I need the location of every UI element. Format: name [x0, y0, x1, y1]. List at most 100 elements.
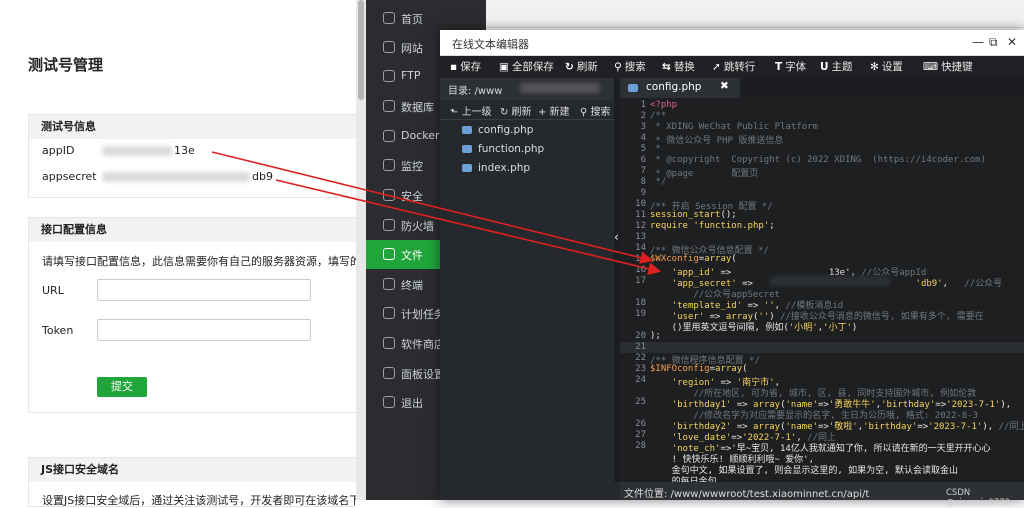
toolbar-button-1[interactable]: ▣ 全部保存: [499, 59, 554, 74]
appid-redaction: [102, 146, 172, 156]
code-line: * 微信公众号 PHP 版推送信息: [650, 136, 784, 146]
interface-config-panel: 接口配置信息: [28, 217, 356, 413]
php-file-icon: [628, 84, 638, 92]
token-input[interactable]: [97, 319, 311, 341]
toolbar-icon: ⇆: [662, 61, 671, 73]
clock-icon: [383, 307, 395, 319]
page-scrollbar[interactable]: [356, 0, 366, 500]
code-line: <?php: [650, 100, 678, 110]
globe-icon: [383, 41, 395, 53]
store-icon: [383, 337, 395, 349]
toolbar-button-5[interactable]: ➚ 跳转行: [712, 59, 755, 74]
file-action-3[interactable]: ⚲ 搜索: [580, 103, 611, 118]
sidebar-item-label: 防火墙: [401, 220, 434, 233]
line-number: 10: [635, 199, 646, 209]
toolbar-label: 全部保存: [511, 61, 554, 73]
line-number: 16: [635, 265, 646, 275]
database-icon: [383, 100, 395, 112]
file-item[interactable]: index.php: [462, 162, 530, 174]
toolbar-label: 字体: [785, 61, 807, 73]
toolbar-button-2[interactable]: ↻ 刷新: [565, 59, 598, 74]
tab-close-icon[interactable]: ✖: [720, 80, 729, 92]
wechat-test-account-page: 测试号管理 测试号信息 appID 13e appsecret db9 接口配置…: [0, 0, 356, 507]
url-input[interactable]: [97, 279, 311, 301]
code-line: require 'function.php';: [650, 221, 775, 231]
file-action-2[interactable]: + 新建: [538, 103, 570, 118]
toolbar-icon: ▣: [499, 61, 509, 73]
toolbar-button-3[interactable]: ⚲ 搜索: [614, 59, 646, 74]
close-icon[interactable]: ✕: [1007, 35, 1017, 49]
line-number: 8: [640, 177, 646, 187]
code-line: *: [650, 144, 661, 154]
directory-bar: 目录: /www: [440, 78, 614, 100]
minimize-icon[interactable]: —: [972, 35, 984, 49]
line-number: 6: [640, 155, 646, 165]
line-number: 3: [640, 122, 646, 132]
file-action-1[interactable]: ↻ 刷新: [500, 103, 532, 118]
line-number: 25: [635, 397, 646, 407]
sidebar-item-label: 数据库: [401, 101, 434, 114]
toolbar-button-4[interactable]: ⇆ 替换: [662, 59, 695, 74]
appid-label: appID: [42, 144, 75, 157]
secret-redaction: [770, 276, 890, 286]
token-label: Token: [42, 324, 74, 337]
logout-icon: [383, 396, 395, 408]
toolbar-label: 快捷键: [941, 61, 973, 73]
line-number: 7: [640, 166, 646, 176]
panel-topbar: [486, 0, 1024, 28]
sidebar-item-label: 软件商店: [401, 338, 445, 351]
sidebar-item-label: 计划任务: [401, 308, 445, 321]
home-icon: [383, 12, 395, 24]
monitor-icon: [383, 159, 395, 171]
appsecret-label: appsecret: [42, 170, 97, 183]
toolbar-button-7[interactable]: U 主题: [820, 59, 853, 74]
toolbar-icon: ↻: [565, 61, 574, 73]
maximize-icon[interactable]: ⧉: [989, 35, 998, 50]
toolbar-label: 设置: [881, 61, 903, 73]
toolbar-button-8[interactable]: ✻ 设置: [870, 59, 903, 74]
line-number: 2: [640, 111, 646, 121]
firewall-icon: [383, 219, 395, 231]
code-line: $WXconfig=array(: [650, 254, 737, 264]
file-location: 文件位置: /www/wwwroot/test.xiaominnet.cn/ap…: [624, 489, 870, 500]
code-area[interactable]: 1 <?php 2 /** 3 * XDING WeChat Public Platfo…: [620, 98, 1024, 482]
line-number: 19: [635, 309, 646, 319]
url-label: URL: [42, 284, 64, 297]
toolbar-button-0[interactable]: ▪ 保存: [450, 59, 481, 74]
terminal-icon: [383, 278, 395, 290]
sidebar-item-label: 监控: [401, 160, 423, 173]
line-number: 14: [635, 243, 646, 253]
file-item[interactable]: function.php: [462, 143, 544, 155]
line-number: 24: [635, 375, 646, 385]
toolbar-button-6[interactable]: T 字体: [775, 59, 806, 74]
panel-header-interface-config: 接口配置信息: [29, 218, 356, 242]
code-line: );: [650, 331, 661, 341]
toolbar-icon: ⌨: [923, 61, 939, 73]
toolbar-icon: ➚: [712, 61, 721, 73]
file-name: config.php: [478, 124, 534, 136]
csdn-watermark: CSDN @xiaomin0772: [946, 488, 1010, 508]
file-item[interactable]: config.php: [462, 124, 533, 136]
sidebar-item-label: 终端: [401, 279, 423, 292]
sidebar-item-0[interactable]: 首页: [366, 4, 486, 33]
sidebar-item-label: FTP: [401, 69, 421, 82]
line-number: 5: [640, 144, 646, 154]
line-number: 15: [635, 254, 646, 264]
tab-config-php[interactable]: config.php ✖: [620, 78, 740, 98]
toolbar-label: 替换: [673, 61, 695, 73]
line-number: 1: [640, 100, 646, 110]
submit-button[interactable]: 提交: [97, 377, 147, 397]
code-line: * XDING WeChat Public Platform: [650, 122, 818, 132]
panel-header-js-domain: JS接口安全域名: [29, 458, 356, 482]
line-number: 9: [640, 188, 646, 198]
interface-config-description: 请填写接口配置信息，此信息需要你有自己的服务器资源，填写的URL需要正: [42, 255, 356, 268]
docker-icon: [383, 130, 395, 142]
toolbar-button-9[interactable]: ⌨ 快捷键: [923, 59, 973, 74]
scrollbar-thumb[interactable]: [358, 0, 364, 100]
sidebar-item-label: 退出: [401, 397, 423, 410]
editor-titlebar: 在线文本编辑器 — ⧉ ✕: [440, 30, 1024, 56]
online-text-editor-window: 在线文本编辑器 — ⧉ ✕ ▪ 保存 ▣ 全部保存 ↻ 刷新 ⚲ 搜索 ⇆ 替换 ➚ 跳转行 T 字体 U 主…: [440, 30, 1024, 500]
toolbar-label: 主题: [831, 61, 853, 73]
file-action-0[interactable]: ⬑ 上一级: [450, 103, 492, 118]
php-file-icon: [462, 164, 472, 172]
